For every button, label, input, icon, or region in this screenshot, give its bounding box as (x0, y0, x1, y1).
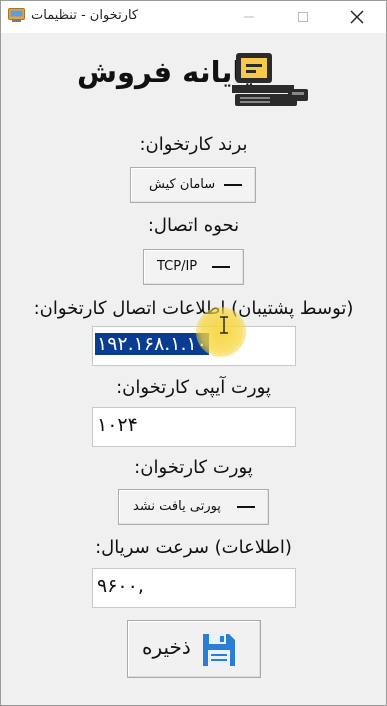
ip-address-field[interactable]: ۱۹۲.۱۶۸.۱.۱۰ (92, 326, 296, 366)
baud-rate-field[interactable]: ۹۶۰۰, (92, 568, 296, 608)
brand-select[interactable]: سامان کیش (130, 167, 256, 203)
brand-select-value: سامان کیش (149, 177, 216, 192)
brand-label: برند کارتخوان: (139, 134, 248, 155)
ip-address-value: ۱۹۲.۱۶۸.۱.۱۰ (95, 333, 209, 355)
dropdown-arrow-icon (237, 506, 255, 508)
window-title: کارتخوان - تنظیمات (31, 8, 139, 23)
connection-select[interactable]: TCP/IP (143, 249, 244, 285)
dropdown-arrow-icon (212, 266, 230, 268)
connection-select-value: TCP/IP (157, 259, 198, 274)
serial-port-select-value: پورتی یافت نشد (133, 499, 221, 514)
serial-port-label: پورت کارتخوان: (134, 457, 253, 478)
header: پایانه فروش (1, 47, 386, 115)
baud-rate-value: ۹۶۰۰, (97, 575, 144, 597)
save-button[interactable]: ذخیره (127, 620, 261, 678)
ip-port-field[interactable]: ۱۰۲۴ (92, 407, 296, 447)
serial-port-select[interactable]: پورتی یافت نشد (118, 489, 269, 525)
maximize-button[interactable] (280, 1, 326, 33)
minimize-button[interactable] (226, 1, 272, 33)
baud-label: (اطلاعات) سرعت سریال: (95, 537, 292, 558)
maximize-icon (298, 12, 308, 22)
pos-terminal-icon (232, 53, 308, 106)
ip-label: (توسط پشتیبان) اطلاعات اتصال کارتخوان: (33, 298, 354, 319)
app-icon (8, 8, 25, 22)
save-button-label: ذخیره (142, 635, 191, 659)
close-icon (350, 10, 364, 24)
settings-window: کارتخوان - تنظیمات پایانه فروش برند کارت… (0, 0, 387, 706)
floppy-disk-icon (203, 634, 235, 666)
dropdown-arrow-icon (224, 184, 242, 186)
title-bar[interactable]: کارتخوان - تنظیمات (1, 1, 386, 33)
connection-label: نحوه اتصال: (147, 215, 240, 236)
ip-port-value: ۱۰۲۴ (97, 414, 138, 436)
minimize-icon (244, 16, 254, 18)
ip-port-label: پورت آیپی کارتخوان: (116, 377, 271, 398)
page-title: پایانه فروش (77, 55, 255, 89)
close-button[interactable] (334, 1, 380, 33)
text-cursor-icon (220, 316, 228, 334)
